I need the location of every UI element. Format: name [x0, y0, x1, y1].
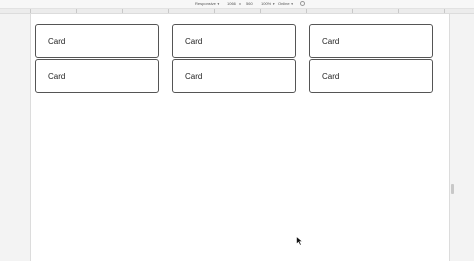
- left-gutter: [0, 14, 30, 261]
- card-label: Card: [48, 72, 66, 81]
- chevron-down-icon: ▼: [216, 2, 220, 6]
- page-viewport: Card Card Card Card Card Card: [30, 14, 450, 261]
- card[interactable]: Card: [172, 24, 296, 58]
- width-input[interactable]: 1066: [227, 1, 236, 7]
- ruler-tick: [444, 9, 445, 13]
- ruler-tick: [30, 9, 31, 13]
- network-label: Online: [278, 1, 290, 6]
- zoom-dropdown[interactable]: 100%▼: [261, 1, 275, 7]
- device-toolbar: Responsive▼ 1066 x 560 100%▼ Online▼: [0, 0, 474, 9]
- right-gutter: [450, 14, 474, 261]
- mouse-pointer-icon: [296, 236, 304, 246]
- card[interactable]: Card: [309, 59, 433, 93]
- card-label: Card: [185, 72, 203, 81]
- ruler-tick: [214, 9, 215, 13]
- ruler-tick: [306, 9, 307, 13]
- zoom-label: 100%: [261, 1, 272, 6]
- ruler-tick: [352, 9, 353, 13]
- chevron-down-icon: ▼: [272, 2, 276, 6]
- ruler-tick: [260, 9, 261, 13]
- card[interactable]: Card: [35, 59, 159, 93]
- card[interactable]: Card: [35, 24, 159, 58]
- rotate-icon[interactable]: [300, 1, 305, 6]
- card[interactable]: Card: [309, 24, 433, 58]
- times-label: x: [239, 1, 241, 6]
- device-dropdown[interactable]: Responsive▼: [195, 1, 220, 7]
- ruler-tick: [122, 9, 123, 13]
- card-label: Card: [185, 37, 203, 46]
- card-label: Card: [322, 37, 340, 46]
- card-label: Card: [48, 37, 66, 46]
- chevron-down-icon: ▼: [290, 2, 294, 6]
- resize-handle-icon[interactable]: [451, 184, 454, 194]
- card-label: Card: [322, 72, 340, 81]
- ruler-tick: [168, 9, 169, 13]
- network-dropdown[interactable]: Online▼: [278, 1, 294, 7]
- card[interactable]: Card: [172, 59, 296, 93]
- ruler-tick: [398, 9, 399, 13]
- device-label: Responsive: [195, 1, 216, 6]
- ruler-tick: [76, 9, 77, 13]
- height-input[interactable]: 560: [246, 1, 253, 7]
